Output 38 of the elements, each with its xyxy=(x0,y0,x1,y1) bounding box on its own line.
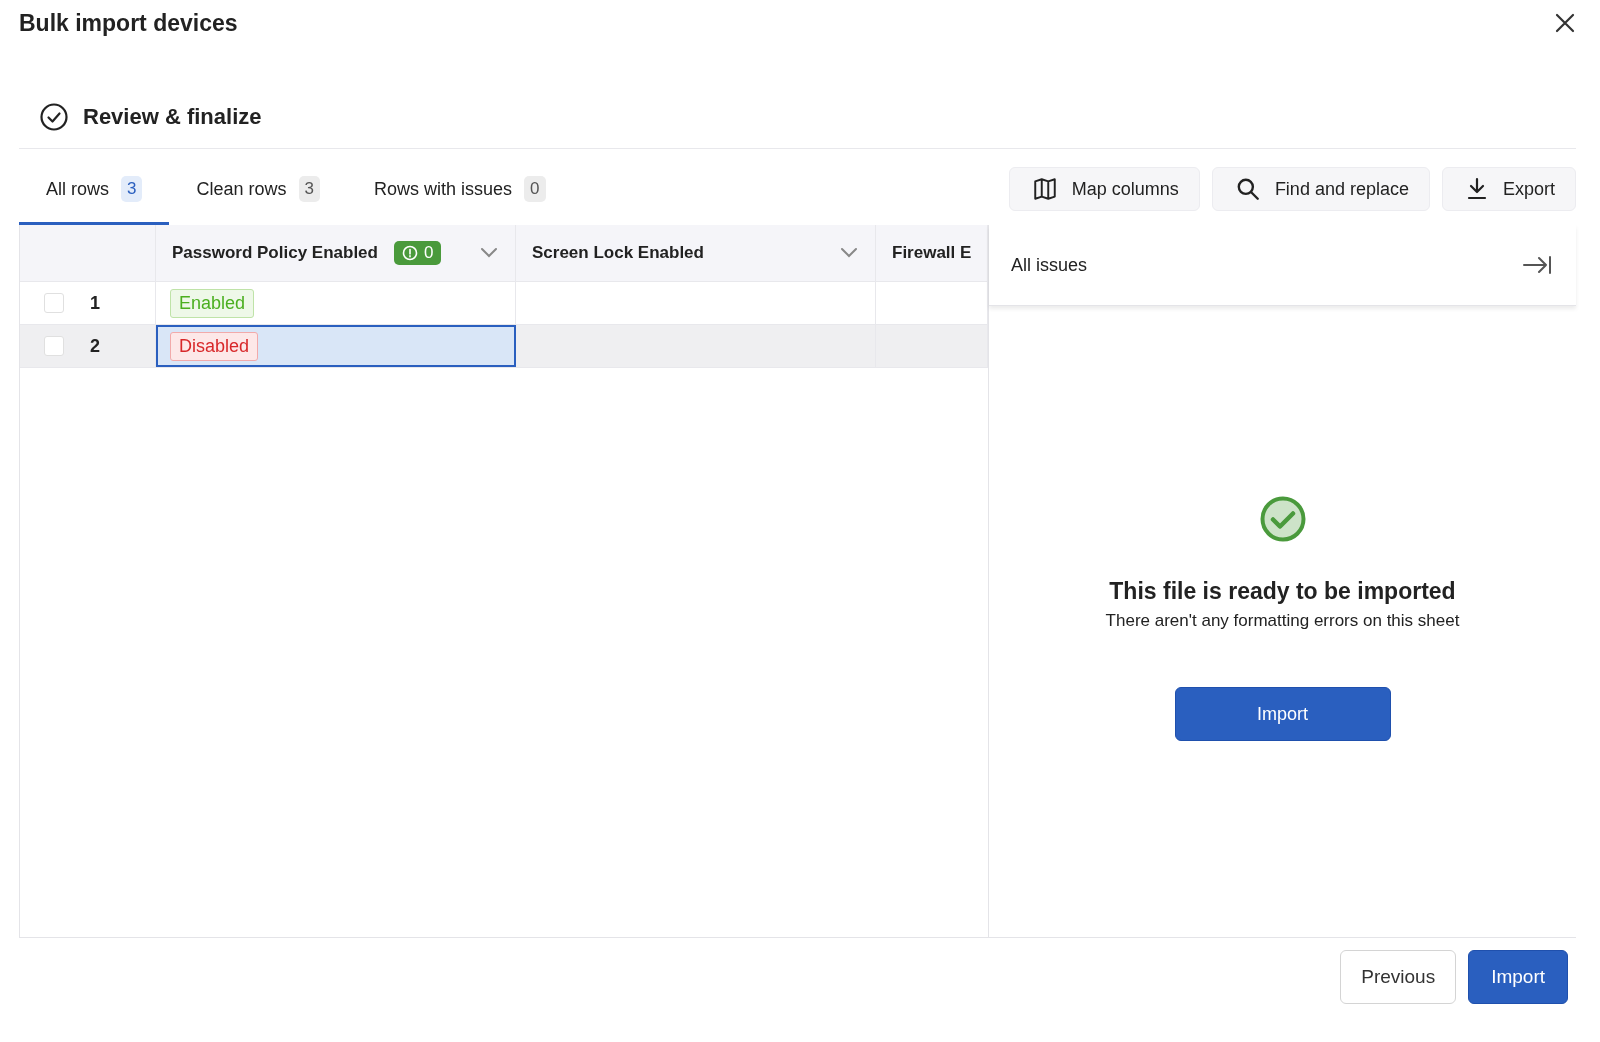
table-row[interactable]: 2 Disabled xyxy=(20,325,988,368)
table-cell[interactable]: Disabled xyxy=(156,325,516,367)
status-tag: Enabled xyxy=(170,288,255,318)
count-badge: 3 xyxy=(298,176,320,202)
count-badge: 0 xyxy=(524,176,546,202)
ready-heading: This file is ready to be imported xyxy=(1109,578,1456,605)
status-tag: Disabled xyxy=(170,331,259,361)
row-checkbox[interactable] xyxy=(44,336,64,356)
table-row[interactable]: 1 Enabled xyxy=(20,282,988,325)
toolbar-button[interactable]: Map columns xyxy=(1008,167,1200,211)
chevron-down-icon[interactable] xyxy=(839,247,859,259)
chevron-down-icon[interactable] xyxy=(479,247,499,259)
previous-button[interactable]: Previous xyxy=(1340,950,1457,1004)
import-button[interactable]: Import xyxy=(1174,687,1391,741)
arrow-to-line-icon xyxy=(1522,255,1552,275)
dialog-title: Bulk import devices xyxy=(19,9,238,37)
step-title: Review & finalize xyxy=(83,104,262,130)
row-number: 2 xyxy=(90,335,100,357)
check-circle-icon xyxy=(39,102,69,132)
column-header: Firewall E xyxy=(892,243,972,263)
success-check-icon xyxy=(1259,496,1306,542)
toolbar-button[interactable]: Export xyxy=(1441,167,1576,211)
row-checkbox[interactable] xyxy=(44,293,64,313)
toolbar-button[interactable]: Find and replace xyxy=(1211,167,1430,211)
column-header: Password Policy Enabled xyxy=(172,243,378,263)
alert-icon xyxy=(401,245,418,261)
tab[interactable]: Rows with issues 0 xyxy=(347,156,573,225)
panel-title: All issues xyxy=(1011,254,1088,276)
row-number: 1 xyxy=(90,292,100,314)
count-badge: 3 xyxy=(121,176,143,202)
close-icon xyxy=(1554,12,1576,34)
map-icon xyxy=(1031,176,1058,202)
issue-count-badge: 0 xyxy=(393,241,442,265)
import-button[interactable]: Import xyxy=(1468,950,1568,1004)
ready-message: There aren't any formatting errors on this sheet xyxy=(1105,611,1460,631)
column-header: Screen Lock Enabled xyxy=(532,243,704,263)
tab[interactable]: Clean rows 3 xyxy=(169,156,347,225)
collapse-panel-button[interactable] xyxy=(1522,255,1552,275)
